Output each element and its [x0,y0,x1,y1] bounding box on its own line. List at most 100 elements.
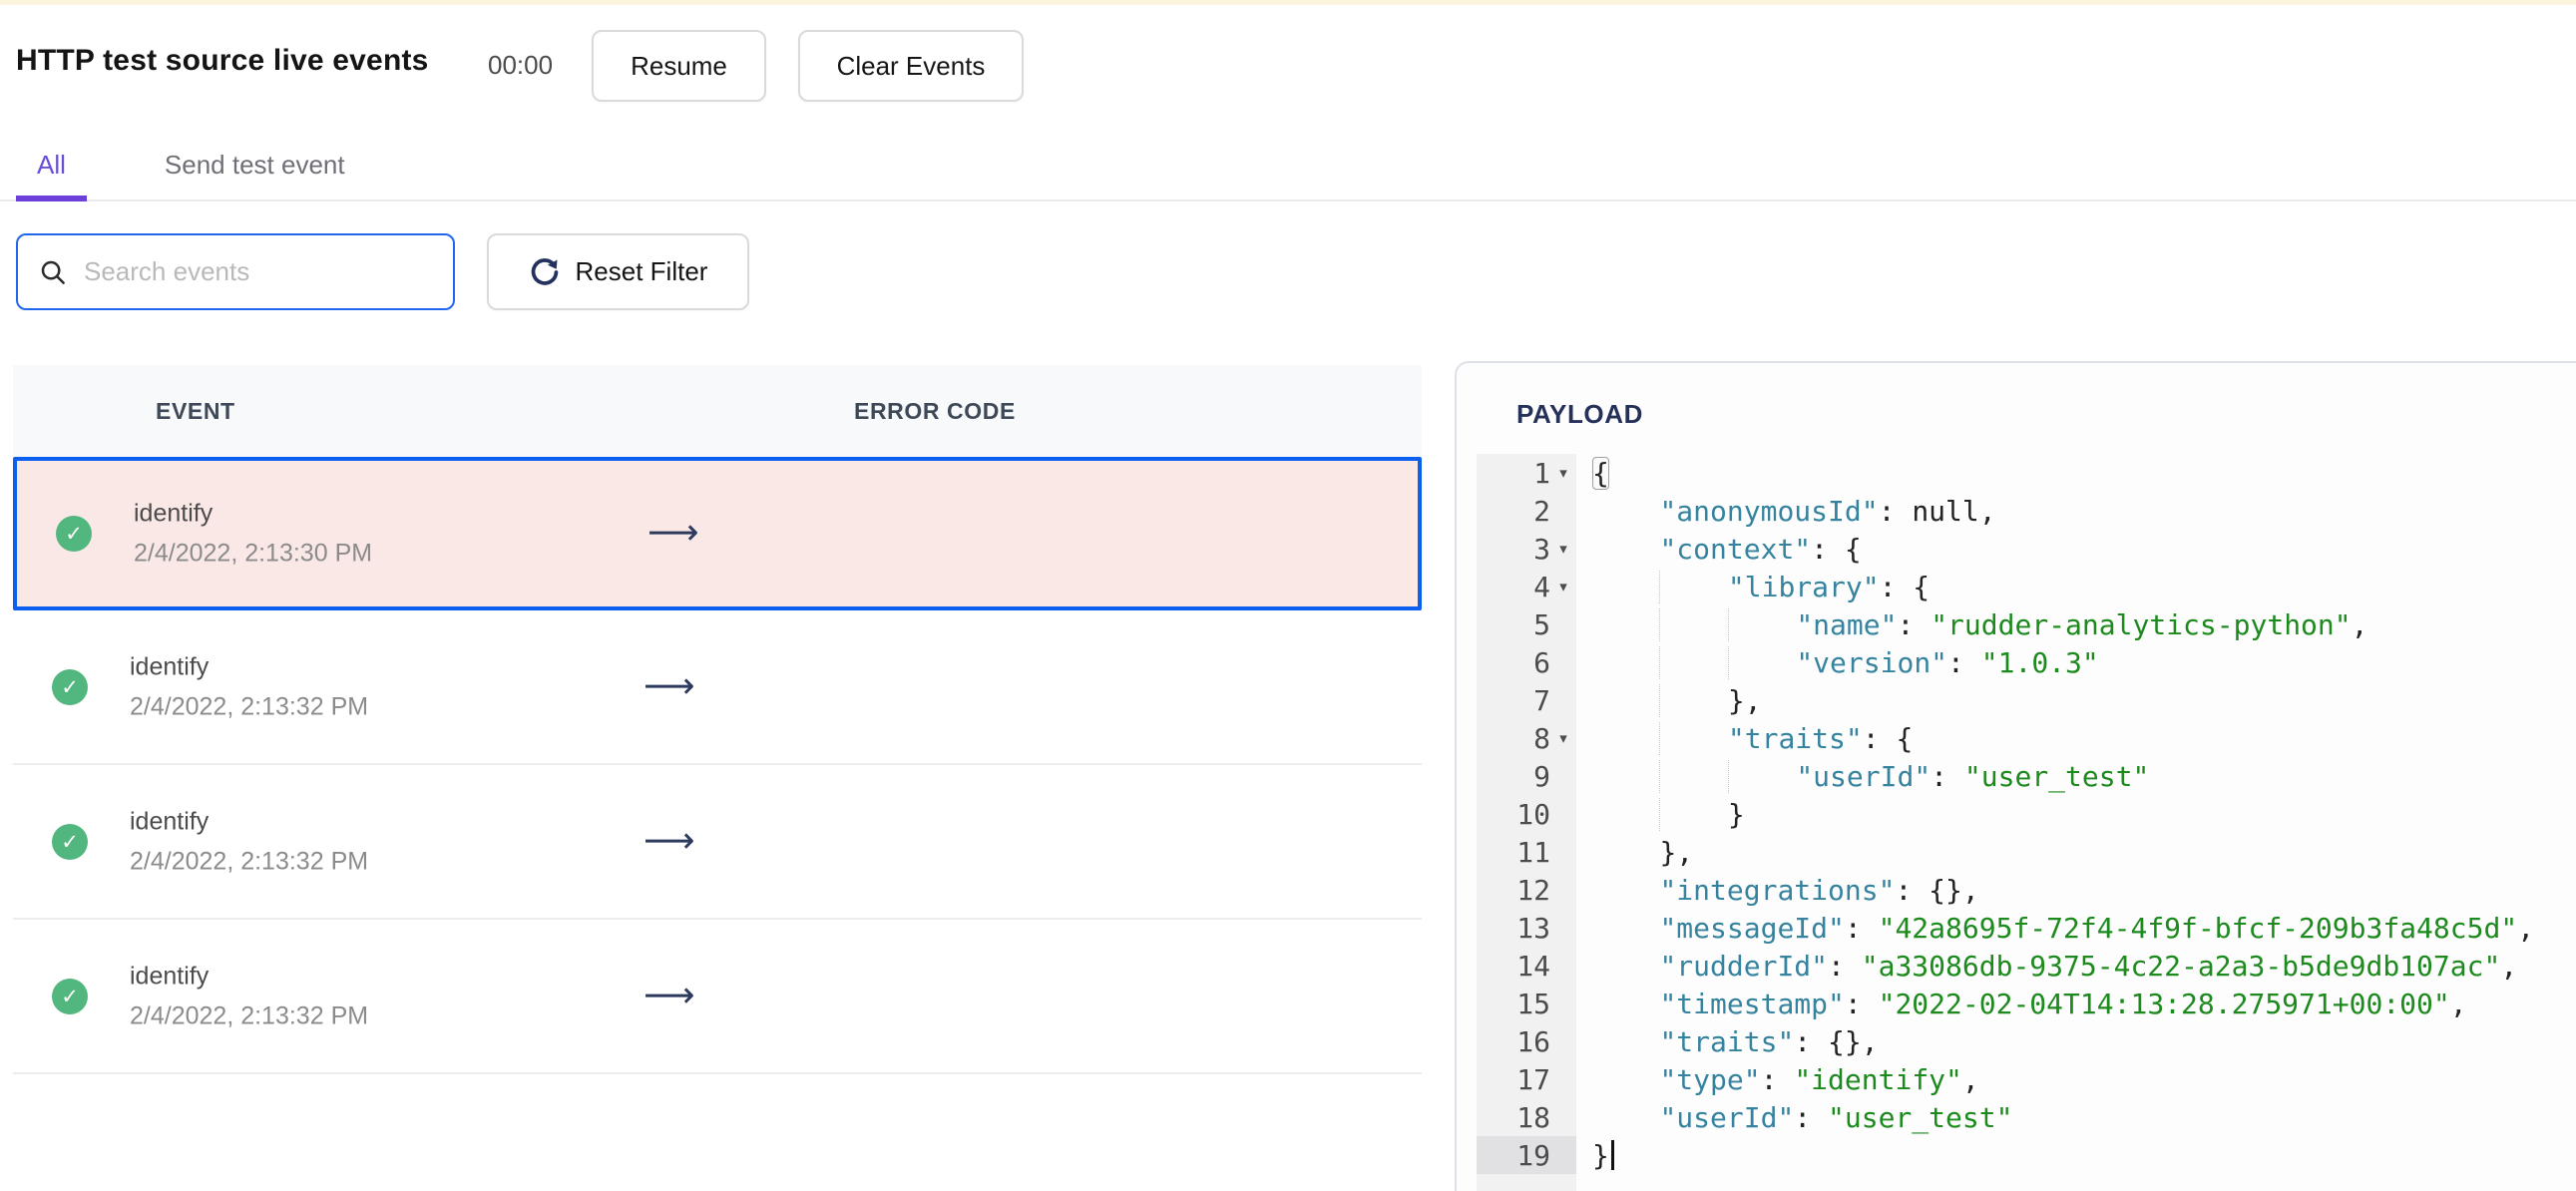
event-row[interactable]: ✓ identify 2/4/2022, 2:13:32 PM ⟶ [13,765,1422,920]
resume-button[interactable]: Resume [592,30,766,102]
code-line[interactable]: 8 ▾ "traits": { [1477,719,2576,757]
line-number: 2 [1533,494,1550,528]
tab-bar: All Send test event [0,140,2576,201]
line-number-gutter: 11 [1477,833,1576,871]
event-row[interactable]: ✓ identify 2/4/2022, 2:13:30 PM ⟶ [13,457,1422,610]
fold-toggle-icon[interactable]: ▾ [1550,530,1576,568]
code-line[interactable]: 14 "rudderId": "a33086db-9375-4c22-a2a3-… [1477,947,2576,985]
column-header-event: EVENT [156,397,235,424]
line-number: 19 [1516,1138,1550,1172]
event-meta: identify 2/4/2022, 2:13:30 PM [134,500,372,569]
line-number-gutter: 7 [1477,681,1576,719]
line-number: 1 [1533,456,1550,490]
code-line[interactable]: 6 "version": "1.0.3" [1477,643,2576,681]
code-text: "version": "1.0.3" [1576,643,2099,681]
code-text: "integrations": {}, [1659,873,1979,907]
code-text: "library": { [1576,568,1930,605]
line-number-gutter: 19 [1477,1136,1576,1174]
code-line[interactable]: 11 }, [1477,833,2576,871]
code-text: "traits": {}, [1659,1024,1879,1058]
line-number: 12 [1516,873,1550,907]
search-icon [41,260,65,284]
line-number: 4 [1533,570,1550,603]
arrow-right-icon: ⟶ [647,512,699,554]
code-text: "traits": { [1576,719,1913,757]
code-text: "userId": "user_test" [1576,757,2149,795]
code-line[interactable]: 19} [1477,1136,2576,1174]
line-number: 6 [1533,645,1550,679]
event-name: identify [130,652,210,680]
code-line[interactable]: 15 "timestamp": "2022-02-04T14:13:28.275… [1477,985,2576,1022]
code-line[interactable]: 13 "messageId": "42a8695f-72f4-4f9f-bfcf… [1477,909,2576,947]
fold-toggle-icon[interactable]: ▾ [1550,568,1576,605]
code-line[interactable]: 2 "anonymousId": null, [1477,492,2576,530]
code-line[interactable]: 16 "traits": {}, [1477,1022,2576,1060]
event-timestamp: 2/4/2022, 2:13:30 PM [134,539,373,568]
code-text: "messageId": "42a8695f-72f4-4f9f-bfcf-20… [1659,911,2535,945]
code-line[interactable]: 5 "name": "rudder-analytics-python", [1477,605,2576,643]
line-number-gutter: 12 [1477,871,1576,909]
fold-toggle-icon[interactable]: ▾ [1550,454,1576,492]
line-number-gutter: 10 [1477,795,1576,833]
event-meta: identify 2/4/2022, 2:13:32 PM [130,807,368,876]
code-line[interactable]: 18 "userId": "user_test" [1477,1098,2576,1136]
code-text: "rudderId": "a33086db-9375-4c22-a2a3-b5d… [1659,949,2518,983]
line-number: 7 [1533,683,1550,717]
line-number: 16 [1516,1024,1550,1058]
code-line[interactable]: 17 "type": "identify", [1477,1060,2576,1098]
tab-all[interactable]: All [16,140,87,201]
tab-send-test-event[interactable]: Send test event [144,140,366,201]
code-line[interactable]: 9 "userId": "user_test" [1477,757,2576,795]
event-name: identify [130,807,210,835]
line-number: 10 [1516,797,1550,831]
line-number: 5 [1533,607,1550,641]
payload-editor[interactable]: 1 ▾{2 "anonymousId": null, 3 ▾ "context": {… [1457,454,2576,1191]
live-events-page: HTTP test source live events 00:00 Resum… [0,0,2576,1191]
code-text: "context": { [1659,532,1862,566]
line-number: 18 [1516,1100,1550,1134]
code-line[interactable]: 3 ▾ "context": { [1477,530,2576,568]
code-line[interactable]: 4 ▾ "library": { [1477,568,2576,605]
code-text: "anonymousId": null, [1659,494,1996,528]
line-number-gutter: 8 ▾ [1477,719,1576,757]
code-text: } [1576,795,1745,833]
reset-filter-button[interactable]: Reset Filter [487,233,749,310]
gutter-filler [1477,1174,2576,1191]
line-number-gutter: 18 [1477,1098,1576,1136]
success-check-icon: ✓ [52,823,88,860]
code-line[interactable]: 1 ▾ { [1477,454,2576,492]
line-number: 17 [1516,1062,1550,1096]
line-number: 13 [1516,911,1550,945]
code-line[interactable]: 12 "integrations": {}, [1477,871,2576,909]
arrow-right-icon: ⟶ [644,820,695,862]
code-text: "timestamp": "2022-02-04T14:13:28.275971… [1659,987,2467,1020]
column-header-error-code: ERROR CODE [854,397,1016,424]
line-number: 3 [1533,532,1550,566]
event-row[interactable]: ✓ identify 2/4/2022, 2:13:32 PM ⟶ [13,610,1422,765]
code-text: { [1592,456,1609,490]
fold-toggle-icon[interactable]: ▾ [1550,719,1576,757]
code-text: "name": "rudder-analytics-python", [1576,605,2367,643]
event-timestamp: 2/4/2022, 2:13:32 PM [130,692,369,720]
success-check-icon: ✓ [52,668,88,705]
clear-events-button[interactable]: Clear Events [798,30,1024,102]
success-check-icon: ✓ [56,516,92,552]
line-number: 11 [1516,835,1550,869]
code-text: } [1576,1136,1614,1174]
event-row[interactable]: ✓ identify 2/4/2022, 2:13:32 PM ⟶ [13,920,1422,1074]
search-input[interactable] [82,255,425,288]
code-line[interactable]: 10 } [1477,795,2576,833]
events-table-header: EVENT ERROR CODE [13,365,1422,457]
line-number-gutter: 3 ▾ [1477,530,1576,568]
success-check-icon: ✓ [52,978,88,1014]
code-line[interactable]: 7 }, [1477,681,2576,719]
